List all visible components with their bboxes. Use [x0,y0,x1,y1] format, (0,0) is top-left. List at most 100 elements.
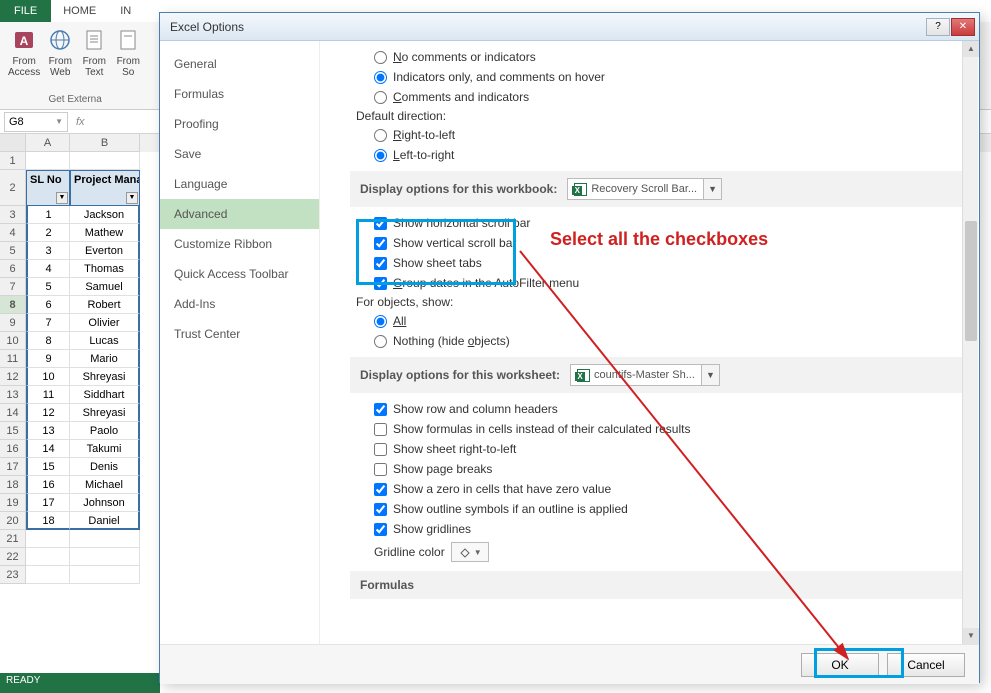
scroll-down-icon[interactable]: ▼ [963,628,979,644]
row-header[interactable]: 15 [0,422,26,440]
cell[interactable]: 15 [26,458,70,476]
cell[interactable]: 11 [26,386,70,404]
sidebar-item-formulas[interactable]: Formulas [160,79,319,109]
sidebar-item-quick-access-toolbar[interactable]: Quick Access Toolbar [160,259,319,289]
row-header[interactable]: 11 [0,350,26,368]
row-header[interactable]: 7 [0,278,26,296]
check-group-dates[interactable]: Group dates in the AutoFilter menu [350,273,963,293]
cell[interactable]: Takumi [70,440,140,458]
tab-home[interactable]: HOME [51,1,108,21]
cell[interactable]: 1 [26,206,70,224]
row-header[interactable]: 8 [0,296,26,314]
row-header[interactable]: 20 [0,512,26,530]
from-web-button[interactable]: From Web [46,26,74,78]
dialog-titlebar[interactable]: Excel Options ? ✕ [160,13,979,41]
cell[interactable]: Daniel [70,512,140,530]
row-header[interactable]: 4 [0,224,26,242]
row-header[interactable]: 18 [0,476,26,494]
cell[interactable]: 4 [26,260,70,278]
cell[interactable] [70,548,140,566]
row-header[interactable]: 14 [0,404,26,422]
from-text-button[interactable]: From Text [80,26,108,78]
header-manager[interactable]: Project Manager▼ [70,170,140,206]
cell[interactable]: 10 [26,368,70,386]
cell[interactable]: 13 [26,422,70,440]
from-access-button[interactable]: A From Access [8,26,40,78]
sidebar-item-add-ins[interactable]: Add-Ins [160,289,319,319]
cell[interactable]: 8 [26,332,70,350]
row-header[interactable]: 1 [0,152,26,170]
header-sl-no[interactable]: SL No▼ [26,170,70,206]
radio-all[interactable]: All [350,311,963,331]
radio-indicators-only[interactable]: Indicators only, and comments on hover [350,67,963,87]
col-header-a[interactable]: A [26,134,70,152]
cell[interactable] [26,566,70,584]
cell[interactable]: Olivier [70,314,140,332]
radio-ltr[interactable]: Left-to-right [350,145,963,165]
scroll-up-icon[interactable]: ▲ [963,41,979,57]
cell[interactable]: Samuel [70,278,140,296]
sidebar-item-general[interactable]: General [160,49,319,79]
row-header[interactable]: 21 [0,530,26,548]
row-header[interactable]: 9 [0,314,26,332]
cell[interactable]: Mathew [70,224,140,242]
from-sources-button[interactable]: From So [114,26,142,78]
radio-nothing[interactable]: Nothing (hide objects) [350,331,963,351]
gridline-color-picker[interactable]: ▼ [451,542,489,562]
filter-icon[interactable]: ▼ [126,192,138,204]
help-button[interactable]: ? [926,18,950,36]
cell[interactable]: Shreyasi [70,404,140,422]
check-sheet-rtl[interactable]: Show sheet right-to-left [350,439,963,459]
row-header[interactable]: 2 [0,170,26,206]
close-button[interactable]: ✕ [951,18,975,36]
check-headers[interactable]: Show row and column headers [350,399,963,419]
row-header[interactable]: 12 [0,368,26,386]
cell[interactable]: Robert [70,296,140,314]
cell[interactable]: Thomas [70,260,140,278]
row-header[interactable]: 22 [0,548,26,566]
cell[interactable]: 6 [26,296,70,314]
row-header[interactable]: 23 [0,566,26,584]
check-sheet-tabs[interactable]: Show sheet tabs [350,253,963,273]
row-header[interactable]: 5 [0,242,26,260]
cell[interactable]: Johnson [70,494,140,512]
worksheet-combo[interactable]: countifs-Master Sh... ▼ [570,364,720,386]
cell[interactable]: 17 [26,494,70,512]
cell[interactable]: 7 [26,314,70,332]
cell[interactable]: Siddhart [70,386,140,404]
sidebar-item-customize-ribbon[interactable]: Customize Ribbon [160,229,319,259]
row-header[interactable]: 10 [0,332,26,350]
row-header[interactable]: 6 [0,260,26,278]
cell[interactable]: Lucas [70,332,140,350]
cell[interactable]: 16 [26,476,70,494]
scroll-thumb[interactable] [965,221,977,341]
workbook-combo[interactable]: Recovery Scroll Bar... ▼ [567,178,722,200]
check-gridlines[interactable]: Show gridlines [350,519,963,539]
cell[interactable]: 3 [26,242,70,260]
cell[interactable]: 5 [26,278,70,296]
cell[interactable]: 12 [26,404,70,422]
radio-no-comments[interactable]: NNo comments or indicatorso comments or … [350,47,963,67]
row-header[interactable]: 3 [0,206,26,224]
cell[interactable] [26,530,70,548]
check-page-breaks[interactable]: Show page breaks [350,459,963,479]
cell[interactable]: Denis [70,458,140,476]
sidebar-item-language[interactable]: Language [160,169,319,199]
radio-rtl[interactable]: Right-to-left [350,125,963,145]
check-outline[interactable]: Show outline symbols if an outline is ap… [350,499,963,519]
filter-icon[interactable]: ▼ [56,192,68,204]
sidebar-item-proofing[interactable]: Proofing [160,109,319,139]
cell[interactable] [70,530,140,548]
cell[interactable] [70,566,140,584]
sidebar-item-trust-center[interactable]: Trust Center [160,319,319,349]
cell[interactable]: Mario [70,350,140,368]
tab-file[interactable]: FILE [0,0,51,22]
cell[interactable]: Jackson [70,206,140,224]
cell[interactable]: Everton [70,242,140,260]
cell[interactable]: Shreyasi [70,368,140,386]
cell[interactable] [26,152,70,170]
select-all-corner[interactable] [0,134,26,152]
check-formulas[interactable]: Show formulas in cells instead of their … [350,419,963,439]
cell[interactable]: Paolo [70,422,140,440]
name-box[interactable]: G8▼ [4,112,68,132]
